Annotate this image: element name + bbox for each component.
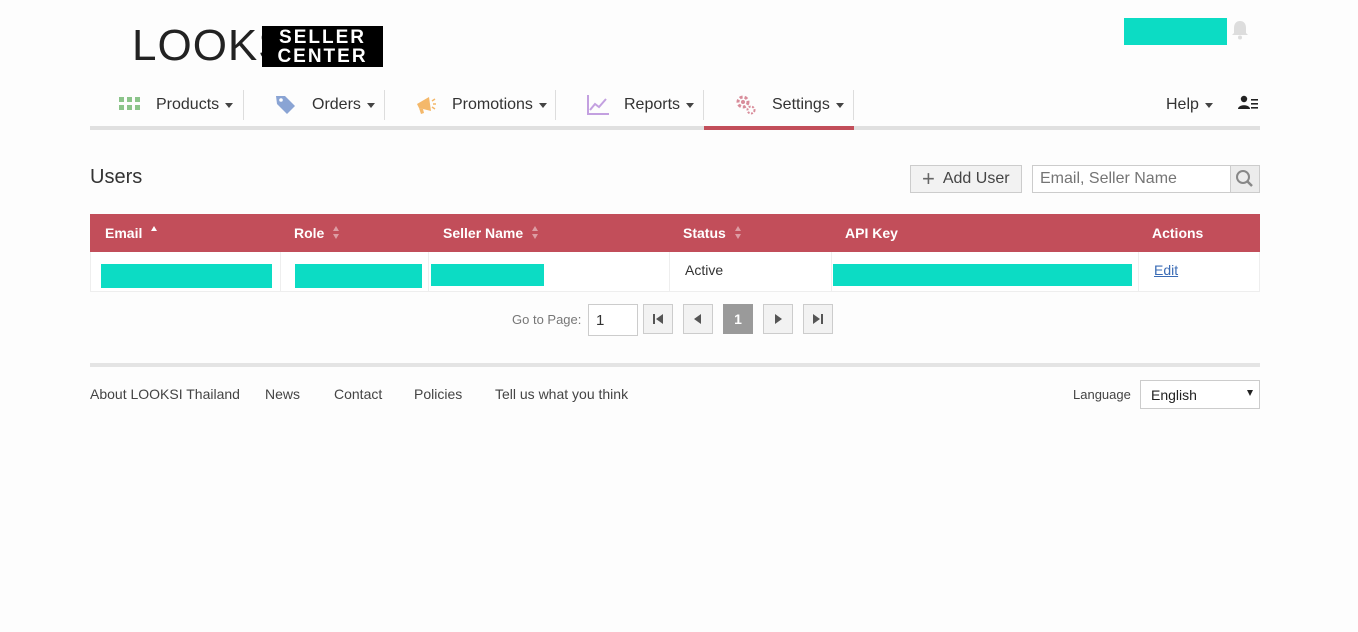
footer-link-policies[interactable]: Policies xyxy=(414,386,462,402)
footer-divider xyxy=(90,363,1260,367)
next-page-icon xyxy=(775,314,782,324)
caret-down-icon xyxy=(1204,102,1213,108)
caret-down-icon xyxy=(835,102,844,108)
dropdown-arrow-icon xyxy=(1247,390,1253,396)
first-page-button[interactable] xyxy=(643,304,673,334)
chart-line-icon xyxy=(586,93,610,117)
language-select[interactable]: English xyxy=(1140,380,1260,409)
nav-underline xyxy=(90,126,1260,130)
caret-down-icon xyxy=(366,102,375,108)
prev-page-button[interactable] xyxy=(683,304,713,334)
search-input[interactable] xyxy=(1032,165,1231,193)
column-header-api-key: API Key xyxy=(845,225,898,241)
goto-page-label: Go to Page: xyxy=(512,312,582,327)
footer-link-about[interactable]: About LOOKSI Thailand xyxy=(90,386,240,402)
seller-name-redacted xyxy=(431,264,544,286)
api-key-redacted xyxy=(833,264,1132,286)
grid-icon xyxy=(118,93,142,117)
bell-icon[interactable] xyxy=(1231,20,1249,40)
column-header-actions: Actions xyxy=(1152,225,1204,241)
tag-icon xyxy=(274,93,298,117)
current-page-button[interactable]: 1 xyxy=(723,304,753,334)
user-menu-button[interactable] xyxy=(1238,84,1258,126)
sort-ascending-icon xyxy=(151,226,158,240)
column-header-status[interactable]: Status xyxy=(683,214,742,252)
first-page-icon xyxy=(653,314,663,324)
column-header-email[interactable]: Email xyxy=(105,214,158,252)
page-title: Users xyxy=(90,166,143,188)
caret-down-icon xyxy=(538,102,547,108)
footer-link-feedback[interactable]: Tell us what you think xyxy=(495,386,628,402)
nav-orders[interactable]: Orders xyxy=(274,84,375,126)
nav-promotions[interactable]: Promotions xyxy=(414,84,547,126)
footer-link-news[interactable]: News xyxy=(265,386,300,402)
sort-icon xyxy=(532,226,539,240)
next-page-button[interactable] xyxy=(763,304,793,334)
search-button[interactable] xyxy=(1230,165,1260,193)
email-redacted xyxy=(101,264,272,288)
add-user-button[interactable]: + Add User xyxy=(910,165,1022,193)
goto-page-input[interactable] xyxy=(588,304,638,336)
user-name-redacted[interactable] xyxy=(1124,18,1227,45)
footer-link-contact[interactable]: Contact xyxy=(334,386,382,402)
megaphone-icon xyxy=(414,93,438,117)
seller-center-badge: SELLER CENTER xyxy=(262,26,383,67)
nav-settings[interactable]: Settings xyxy=(734,84,844,126)
table-row: Active Edit xyxy=(90,252,1260,292)
sort-icon xyxy=(734,226,742,240)
gear-icon xyxy=(734,93,758,117)
column-header-role[interactable]: Role xyxy=(294,214,340,252)
plus-icon: + xyxy=(922,166,935,191)
last-page-button[interactable] xyxy=(803,304,833,334)
prev-page-icon xyxy=(694,314,701,324)
nav-reports[interactable]: Reports xyxy=(586,84,695,126)
last-page-icon xyxy=(813,314,823,324)
user-list-icon xyxy=(1238,95,1258,116)
language-label: Language xyxy=(1073,387,1131,402)
sort-icon xyxy=(333,226,340,240)
caret-down-icon xyxy=(686,102,695,108)
column-header-seller-name[interactable]: Seller Name xyxy=(443,214,539,252)
status-value: Active xyxy=(685,262,724,278)
role-redacted xyxy=(295,264,422,288)
nav-active-indicator xyxy=(704,126,854,130)
nav-products[interactable]: Products xyxy=(118,84,234,126)
search-icon xyxy=(1236,170,1253,187)
nav-help[interactable]: Help xyxy=(1166,84,1213,126)
main-nav: Products Orders Promotions Reports Setti… xyxy=(90,84,1260,130)
users-table-header: Email Role Seller Name Status API Key Ac… xyxy=(90,214,1260,252)
caret-down-icon xyxy=(225,102,234,108)
edit-link[interactable]: Edit xyxy=(1154,262,1178,278)
